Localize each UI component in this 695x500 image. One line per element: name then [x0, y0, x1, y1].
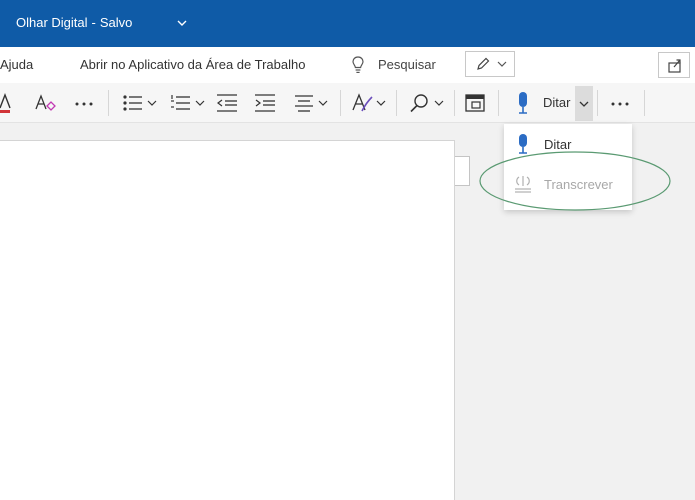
dropdown-item-label: Transcrever [544, 177, 613, 192]
clear-formatting-icon[interactable] [34, 91, 58, 115]
ribbon-toolbar: Ditar [0, 83, 695, 123]
microphone-icon [519, 134, 527, 154]
editing-mode-button[interactable] [465, 51, 515, 77]
dictate-dropdown-menu: Ditar Transcrever [504, 124, 632, 210]
share-button[interactable] [658, 52, 690, 78]
title-bar: Olhar Digital - Salvo [0, 0, 695, 47]
search-label[interactable]: Pesquisar [378, 57, 436, 72]
pencil-icon [477, 57, 490, 70]
bullets-icon[interactable] [122, 91, 158, 115]
document-title[interactable]: Olhar Digital - Salvo [16, 15, 132, 30]
chevron-down-icon[interactable] [176, 17, 188, 29]
page-margin-marker [455, 156, 470, 186]
dropdown-item-transcribe[interactable]: Transcrever [504, 166, 632, 202]
share-icon [668, 59, 681, 73]
microphone-icon [519, 92, 527, 114]
transcribe-icon [515, 176, 531, 193]
document-name: Olhar Digital [16, 15, 88, 30]
open-in-desktop-app-link[interactable]: Abrir no Aplicativo da Área de Trabalho [80, 57, 305, 72]
styles-icon[interactable] [350, 91, 388, 115]
toolbar-divider [396, 90, 397, 116]
toolbar-divider [597, 90, 598, 116]
dropdown-item-label: Ditar [544, 137, 572, 152]
title-separator: - [91, 15, 96, 30]
dropdown-item-dictate[interactable]: Ditar [504, 126, 632, 162]
chevron-down-icon [497, 61, 507, 67]
toolbar-divider [498, 90, 499, 116]
decrease-indent-icon[interactable] [216, 91, 238, 115]
numbering-icon[interactable] [170, 91, 206, 115]
font-color-icon[interactable] [0, 91, 20, 115]
menu-bar: Ajuda Abrir no Aplicativo da Área de Tra… [0, 47, 695, 83]
toolbar-divider [340, 90, 341, 116]
align-icon[interactable] [294, 91, 330, 115]
toolbar-divider [108, 90, 109, 116]
more-options-icon[interactable] [74, 91, 94, 115]
save-status: Salvo [99, 15, 133, 30]
lightbulb-icon[interactable] [350, 55, 366, 75]
dictate-label: Ditar [543, 95, 571, 110]
toolbar-divider [644, 90, 645, 116]
chevron-down-icon [579, 101, 589, 107]
dictate-options-button[interactable] [575, 86, 593, 121]
immersive-reader-icon[interactable] [464, 91, 486, 115]
find-icon[interactable] [408, 91, 446, 115]
document-page[interactable] [0, 140, 455, 500]
more-options-icon[interactable] [610, 91, 630, 115]
increase-indent-icon[interactable] [254, 91, 276, 115]
toolbar-divider [454, 90, 455, 116]
menu-help[interactable]: Ajuda [0, 57, 33, 72]
